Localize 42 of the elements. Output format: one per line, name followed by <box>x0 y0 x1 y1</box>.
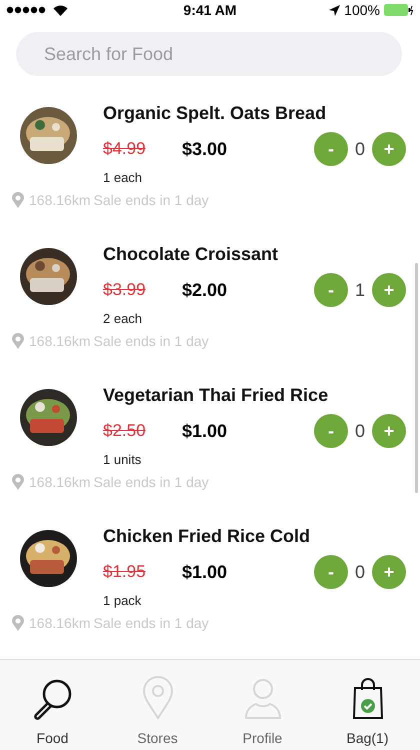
sale-price: $1.00 <box>182 562 228 582</box>
quantity: 0 <box>354 562 366 582</box>
tab[interactable]: Profile <box>210 660 315 750</box>
status-time: 9:41 AM <box>183 2 237 18</box>
product-name: Chicken Fried Rice Cold <box>103 525 312 547</box>
original-price: $2.50 <box>103 421 147 441</box>
increment-button[interactable]: + <box>372 132 406 166</box>
location-pin-icon <box>12 333 24 349</box>
tab[interactable]: Bag(1) <box>315 660 420 750</box>
location-arrow-icon <box>329 4 340 16</box>
unit-label: 1 units <box>103 452 142 467</box>
battery-icon <box>384 4 414 16</box>
sale-price: $2.00 <box>182 280 228 300</box>
decrement-button[interactable]: - <box>314 555 348 589</box>
battery-percent: 100% <box>344 2 380 18</box>
original-price: $1.95 <box>103 562 147 582</box>
search-field[interactable]: Search for Food <box>16 32 402 76</box>
location-pin-icon <box>12 615 24 631</box>
decrement-button[interactable]: - <box>314 414 348 448</box>
increment-button[interactable]: + <box>372 414 406 448</box>
product-name: Vegetarian Thai Fried Rice <box>103 384 330 406</box>
location-pin-icon <box>12 474 24 490</box>
original-price: $3.99 <box>103 280 147 300</box>
sale-price: $1.00 <box>182 420 228 442</box>
tab[interactable]: Stores <box>105 660 210 750</box>
location-pin-icon <box>12 192 24 208</box>
unit-label: 2 each <box>103 311 144 326</box>
product-name: Chocolate Croissant <box>103 243 280 265</box>
increment-button[interactable]: + <box>372 555 406 589</box>
wifi-icon <box>53 4 68 16</box>
original-price: $4.99 <box>103 139 147 159</box>
unit-label: 1 pack <box>103 593 142 608</box>
sale-price: $3.00 <box>182 138 228 160</box>
increment-button[interactable]: + <box>372 273 406 307</box>
product-name: Organic Spelt. Oats Bread <box>103 102 328 124</box>
decrement-button[interactable]: - <box>314 132 348 166</box>
quantity: 0 <box>354 420 366 442</box>
quantity: 1 <box>354 280 366 300</box>
tab[interactable]: Food <box>0 660 105 750</box>
unit-label: 1 each <box>103 170 144 185</box>
decrement-button[interactable]: - <box>314 273 348 307</box>
quantity: 0 <box>354 138 366 160</box>
